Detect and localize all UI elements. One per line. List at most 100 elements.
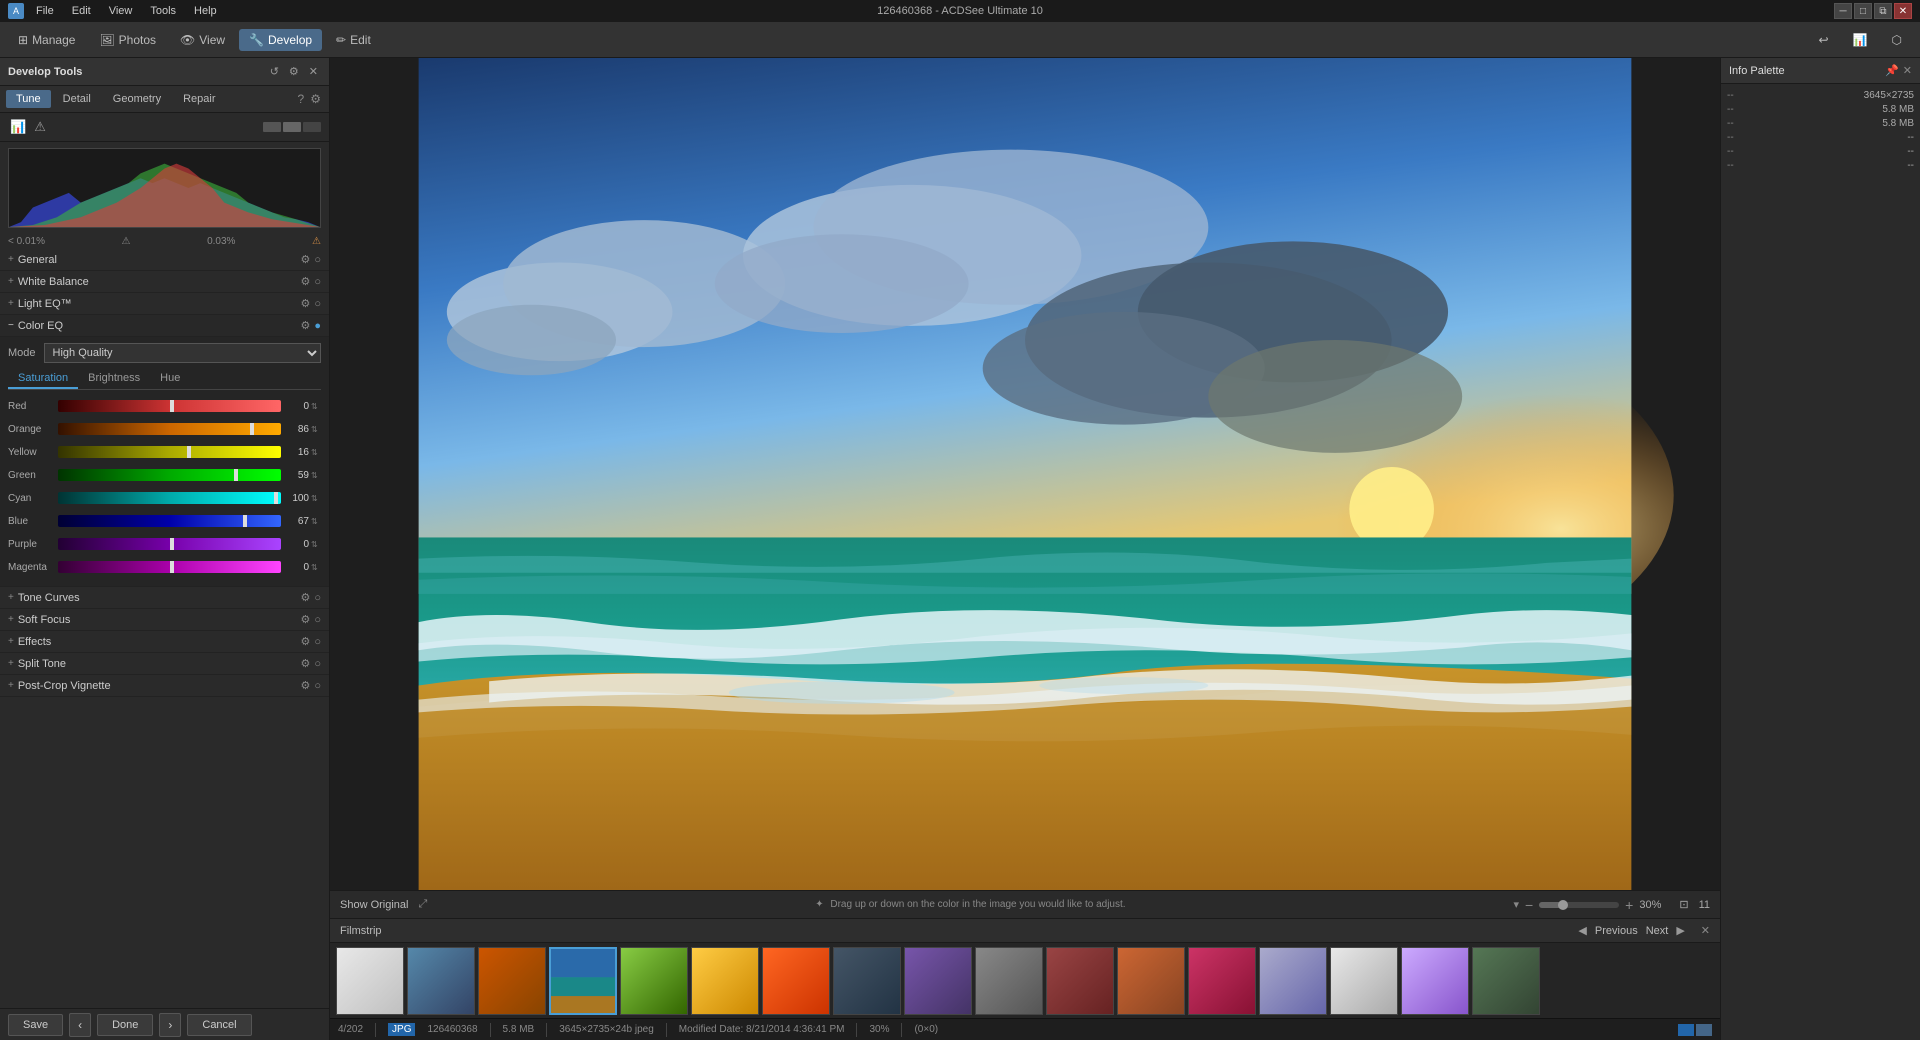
general-toggle-icon[interactable]: ○ <box>314 254 321 266</box>
thumb-more[interactable] <box>1472 947 1540 1015</box>
thumb-3[interactable] <box>478 947 546 1015</box>
thumb-12[interactable] <box>1117 947 1185 1015</box>
nav-photos[interactable]: 🖼 Photos <box>89 29 166 51</box>
tc-gear-icon[interactable]: ⚙ <box>300 591 310 604</box>
ceq-gear-icon[interactable]: ⚙ <box>300 319 310 332</box>
tab-detail[interactable]: Detail <box>53 90 101 108</box>
section-general[interactable]: + General ⚙ ○ <box>0 249 329 271</box>
panel-close-btn[interactable]: ✕ <box>306 64 321 79</box>
thumb-15[interactable] <box>1330 947 1398 1015</box>
zoom-minus-icon[interactable]: − <box>1525 897 1533 913</box>
tab-tune[interactable]: Tune <box>6 90 51 108</box>
sf-toggle-icon[interactable]: ○ <box>314 614 321 626</box>
show-original-button[interactable]: Show Original <box>340 899 408 911</box>
thumb-9[interactable] <box>904 947 972 1015</box>
cyan-track[interactable] <box>58 492 281 504</box>
panel-settings-btn[interactable]: ⚙ <box>286 64 302 79</box>
ceq-tab-brightness[interactable]: Brightness <box>78 369 150 389</box>
dropdown-icon[interactable]: ▾ <box>1513 898 1519 911</box>
nav-extra[interactable]: ⬡ <box>1882 29 1912 51</box>
thumb-10[interactable] <box>975 947 1043 1015</box>
leq-gear-icon[interactable]: ⚙ <box>300 297 310 310</box>
nav-develop[interactable]: 🔧 Develop <box>239 29 322 51</box>
yellow-track[interactable] <box>58 446 281 458</box>
purple-track[interactable] <box>58 538 281 550</box>
thumb-13[interactable] <box>1188 947 1256 1015</box>
sf-gear-icon[interactable]: ⚙ <box>300 613 310 626</box>
prev-label[interactable]: Previous <box>1595 925 1638 937</box>
rp-pin-icon[interactable]: 📌 <box>1885 64 1899 77</box>
maximize-button[interactable]: ⧉ <box>1874 3 1892 19</box>
section-effects[interactable]: + Effects ⚙ ○ <box>0 631 329 653</box>
histogram-icon[interactable]: 📊 <box>8 117 28 137</box>
section-post-crop[interactable]: + Post-Crop Vignette ⚙ ○ <box>0 675 329 697</box>
pcv-toggle-icon[interactable]: ○ <box>314 680 321 692</box>
rp-close-icon[interactable]: ✕ <box>1903 64 1912 77</box>
st-toggle-icon[interactable]: ○ <box>314 658 321 670</box>
ceq-tab-saturation[interactable]: Saturation <box>8 369 78 389</box>
close-button[interactable]: ✕ <box>1894 3 1912 19</box>
blue-track[interactable] <box>58 515 281 527</box>
ef-toggle-icon[interactable]: ○ <box>314 636 321 648</box>
menu-edit[interactable]: Edit <box>66 4 97 18</box>
warning-icon[interactable]: ⚠ <box>32 117 48 137</box>
section-white-balance[interactable]: + White Balance ⚙ ○ <box>0 271 329 293</box>
ceq-tab-hue[interactable]: Hue <box>150 369 190 389</box>
green-track[interactable] <box>58 469 281 481</box>
general-gear-icon[interactable]: ⚙ <box>300 253 310 266</box>
wb-gear-icon[interactable]: ⚙ <box>300 275 310 288</box>
filmstrip-close-icon[interactable]: ✕ <box>1701 924 1710 937</box>
tab-geometry[interactable]: Geometry <box>103 90 171 108</box>
thumb-11[interactable] <box>1046 947 1114 1015</box>
nav-stats[interactable]: 📊 <box>1843 29 1878 51</box>
cancel-button[interactable]: Cancel <box>187 1014 251 1036</box>
orange-track[interactable] <box>58 423 281 435</box>
leq-toggle-icon[interactable]: ○ <box>314 298 321 310</box>
panel-reset-btn[interactable]: ↺ <box>267 64 282 79</box>
settings-icon[interactable]: ⚙ <box>308 90 323 108</box>
thumb-1[interactable] <box>336 947 404 1015</box>
restore-button[interactable]: □ <box>1854 3 1872 19</box>
tc-toggle-icon[interactable]: ○ <box>314 592 321 604</box>
magenta-track[interactable] <box>58 561 281 573</box>
section-light-eq[interactable]: + Light EQ™ ⚙ ○ <box>0 293 329 315</box>
section-color-eq-header[interactable]: − Color EQ ⚙ ● <box>0 315 329 337</box>
zoom-plus-icon[interactable]: + <box>1625 897 1633 913</box>
nav-edit[interactable]: ✏ Edit <box>326 29 381 51</box>
nav-manage[interactable]: ⊞ Manage <box>8 29 85 51</box>
thumb-16[interactable] <box>1401 947 1469 1015</box>
section-soft-focus[interactable]: + Soft Focus ⚙ ○ <box>0 609 329 631</box>
next-label[interactable]: Next <box>1646 925 1669 937</box>
thumb-5[interactable] <box>620 947 688 1015</box>
thumb-6[interactable] <box>691 947 759 1015</box>
ef-gear-icon[interactable]: ⚙ <box>300 635 310 648</box>
help-icon[interactable]: ? <box>296 90 307 108</box>
expand-icon[interactable]: ⤢ <box>418 898 427 911</box>
thumb-7[interactable] <box>762 947 830 1015</box>
save-button[interactable]: Save <box>8 1014 63 1036</box>
nav-undo[interactable]: ↩ <box>1809 29 1839 51</box>
minimize-button[interactable]: ─ <box>1834 3 1852 19</box>
zoom-fit-button[interactable]: ⊡ <box>1679 898 1688 911</box>
thumb-14[interactable] <box>1259 947 1327 1015</box>
menu-help[interactable]: Help <box>188 4 223 18</box>
ceq-toggle-active-icon[interactable]: ● <box>314 320 321 332</box>
menu-view[interactable]: View <box>103 4 139 18</box>
wb-toggle-icon[interactable]: ○ <box>314 276 321 288</box>
red-track[interactable] <box>58 400 281 412</box>
prev-button[interactable]: ‹ <box>69 1013 91 1037</box>
section-tone-curves[interactable]: + Tone Curves ⚙ ○ <box>0 587 329 609</box>
thumb-4[interactable] <box>549 947 617 1015</box>
pcv-gear-icon[interactable]: ⚙ <box>300 679 310 692</box>
done-button[interactable]: Done <box>97 1014 153 1036</box>
thumb-8[interactable] <box>833 947 901 1015</box>
mode-select[interactable]: High Quality Normal <box>44 343 321 363</box>
nav-view[interactable]: 👁 View <box>170 29 235 51</box>
section-split-tone[interactable]: + Split Tone ⚙ ○ <box>0 653 329 675</box>
menu-tools[interactable]: Tools <box>144 4 182 18</box>
next-button[interactable]: › <box>159 1013 181 1037</box>
menu-file[interactable]: File <box>30 4 60 18</box>
st-gear-icon[interactable]: ⚙ <box>300 657 310 670</box>
thumb-2[interactable] <box>407 947 475 1015</box>
tab-repair[interactable]: Repair <box>173 90 225 108</box>
